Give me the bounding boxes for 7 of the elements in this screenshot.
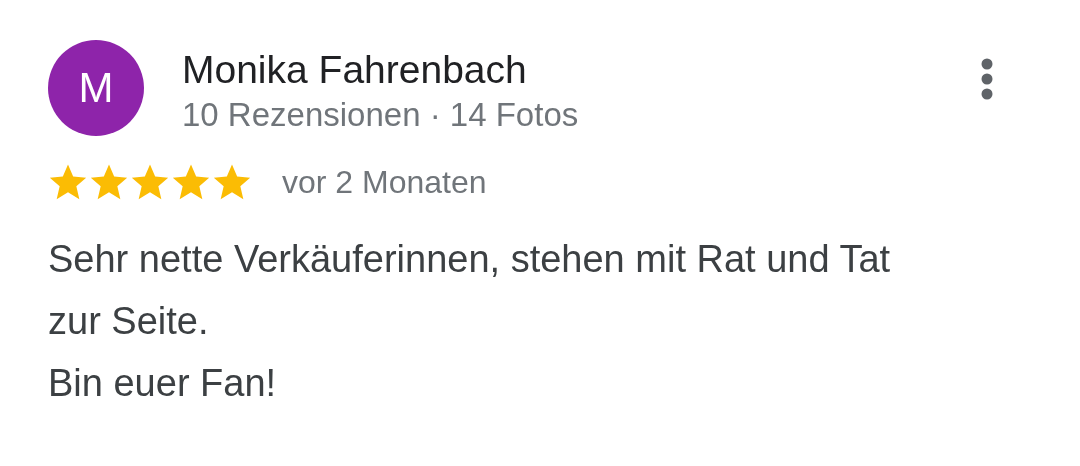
reviewer-stats: 10 Rezensionen · 14 Fotos xyxy=(182,95,580,135)
reviewer-name[interactable]: Monika Fahrenbach xyxy=(182,49,980,91)
review-text: Sehr nette Verkäuferinnen, stehen mit Rat und Tat zur Seite. xyxy=(48,237,892,344)
review-date: vor 2 Monaten xyxy=(282,163,487,201)
avatar-initial: M xyxy=(78,64,114,112)
more-options-icon[interactable] xyxy=(980,58,994,100)
review-text: Bin euer Fan! xyxy=(48,361,278,406)
